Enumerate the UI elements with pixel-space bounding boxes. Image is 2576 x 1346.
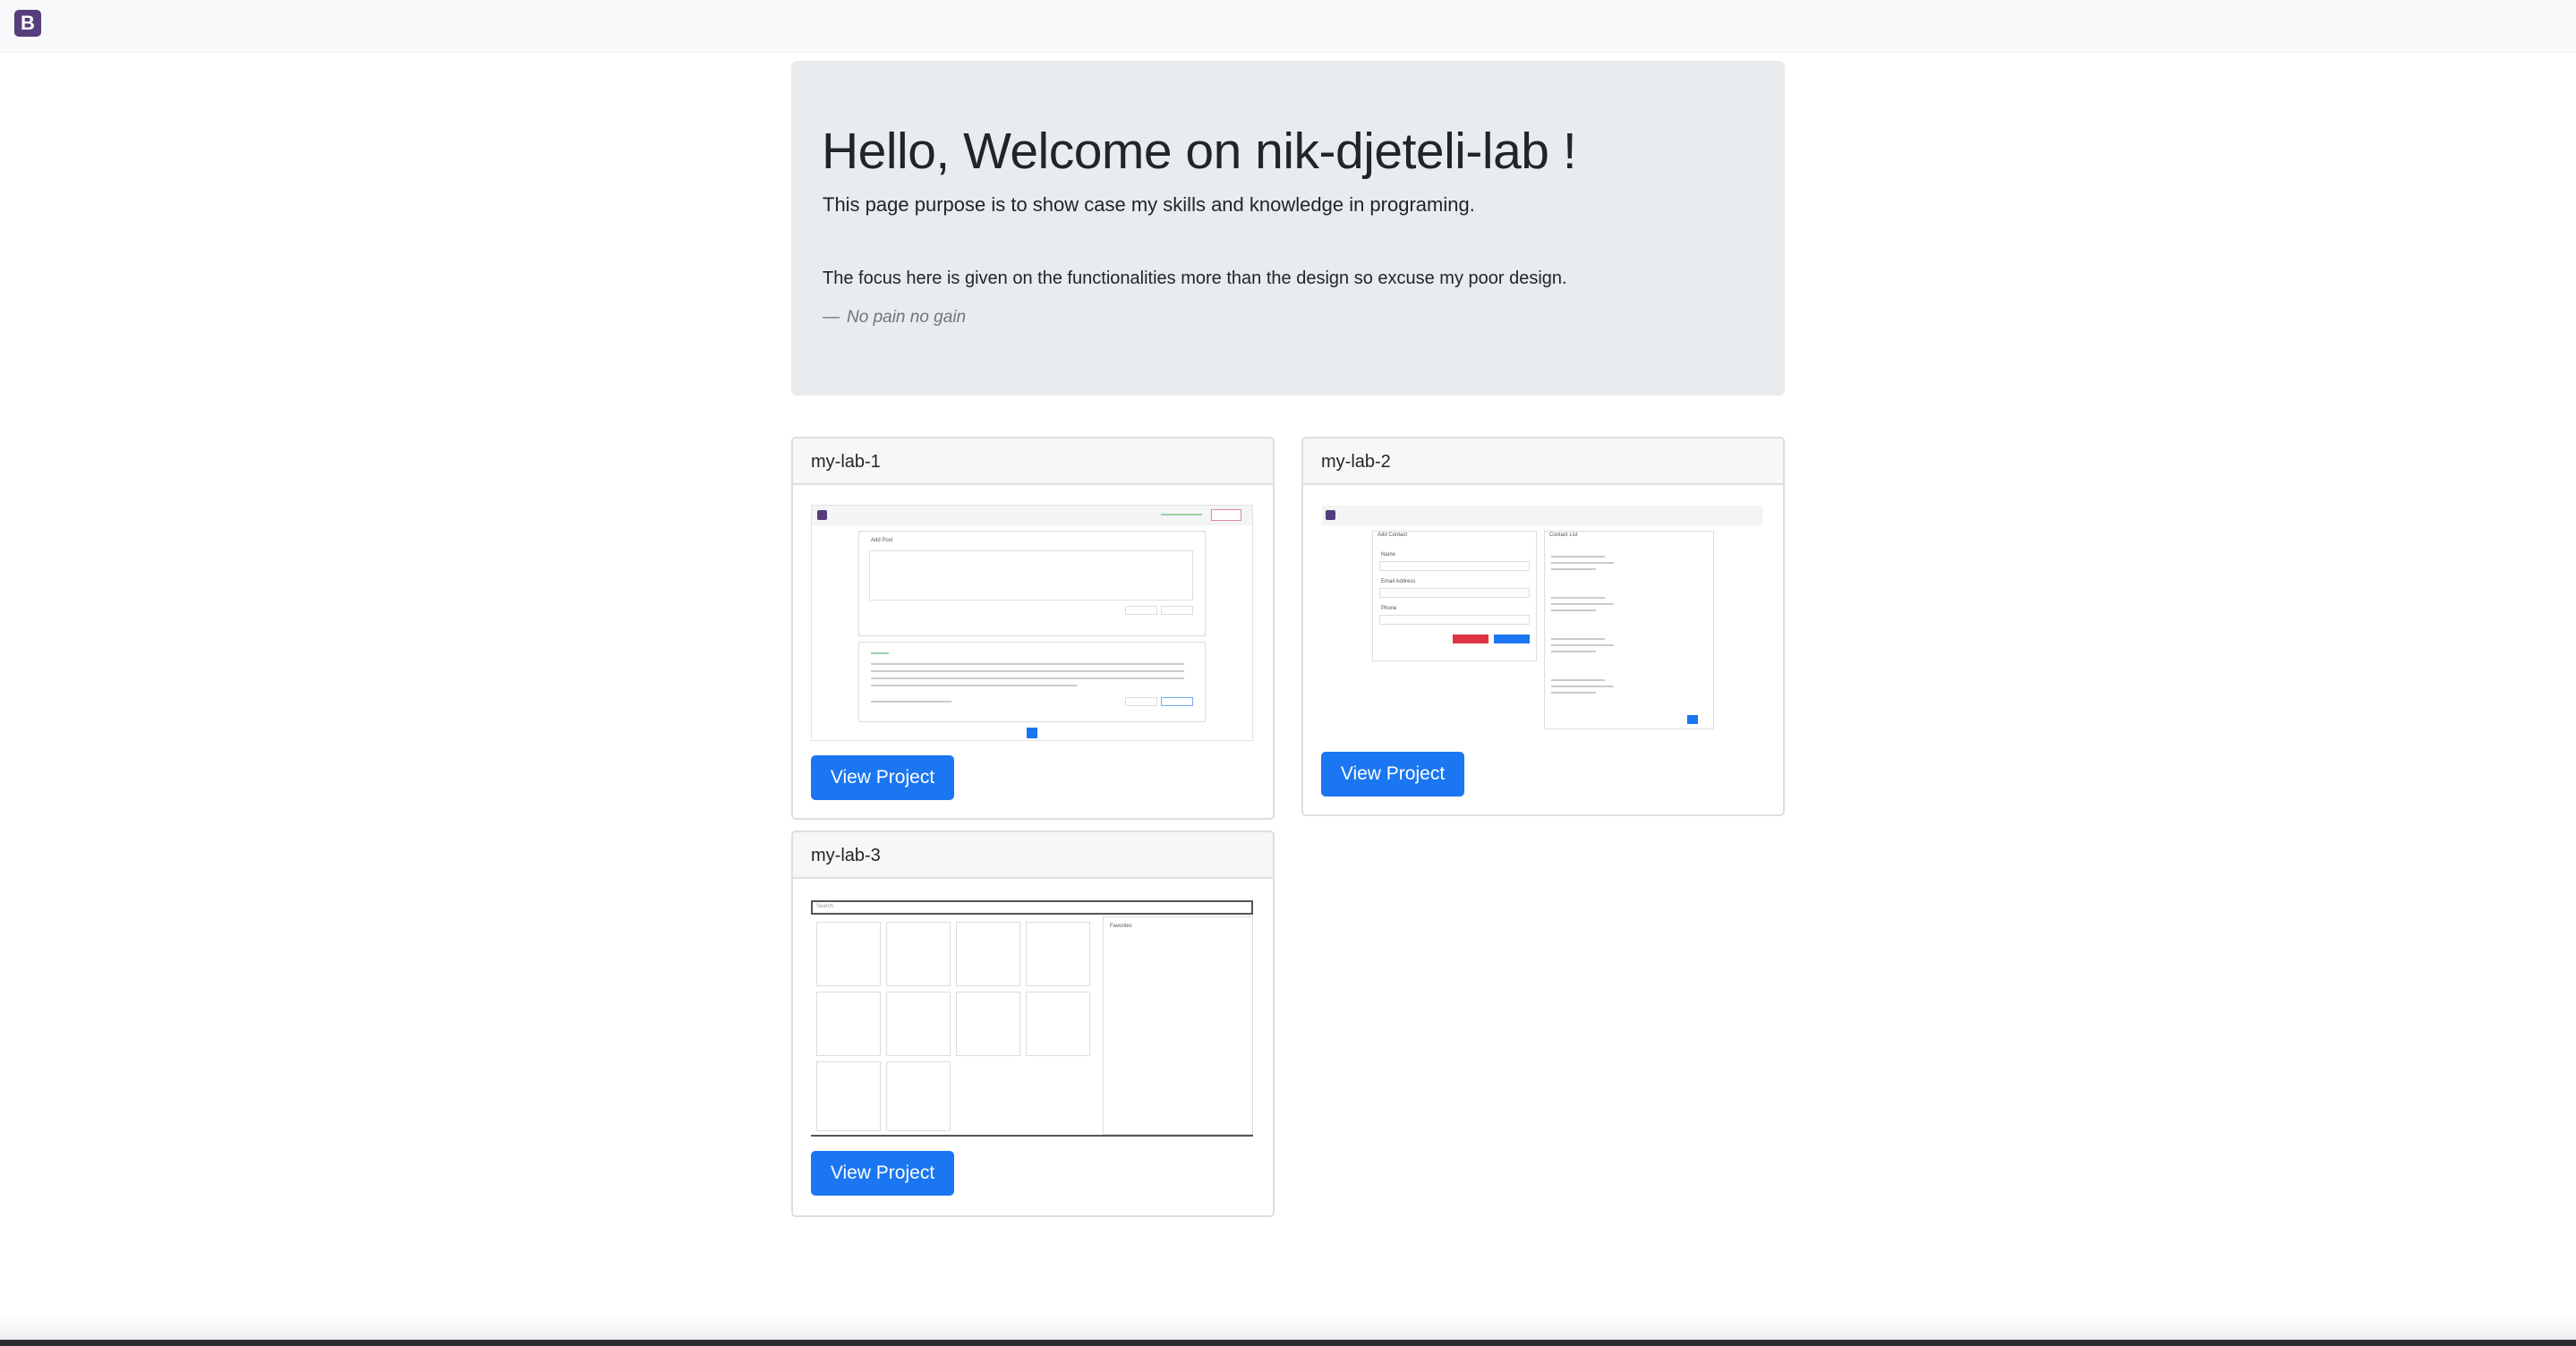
project-card-my-lab-3: my-lab-3 Search Favorites View Project (791, 831, 1275, 1217)
blockquote-footer: — No pain no gain (823, 308, 966, 328)
project-screenshot-thumbnail[interactable]: Search Favorites (811, 900, 1253, 1137)
mini-logo-icon (817, 510, 827, 520)
project-card-my-lab-2: my-lab-2 Add Contact Name Email Address … (1301, 437, 1785, 816)
bootstrap-logo-icon[interactable]: B (14, 10, 41, 37)
contact-list-label: Contact List (1549, 532, 1578, 538)
phone-label: Phone (1381, 606, 1397, 611)
footer-cite: No pain no gain (847, 308, 967, 327)
add-contact-label: Add Contact (1378, 532, 1408, 538)
project-card-my-lab-1: my-lab-1 Add Post View Project (791, 437, 1275, 820)
lead-text: This page purpose is to show case my ski… (823, 193, 1475, 216)
blockquote-text: The focus here is given on the functiona… (823, 268, 1567, 288)
view-project-button[interactable]: View Project (1321, 752, 1464, 797)
window-bottom-edge (0, 1340, 2576, 1346)
add-post-label: Add Post (871, 538, 893, 543)
view-project-button[interactable]: View Project (811, 755, 954, 800)
welcome-jumbotron: Hello, Welcome on nik-djeteli-lab ! This… (791, 61, 1785, 396)
mini-logo-icon (1326, 510, 1335, 520)
project-screenshot-thumbnail[interactable]: Add Post (811, 505, 1253, 741)
email-label: Email Address (1381, 579, 1416, 584)
card-header: my-lab-3 (793, 832, 1273, 879)
card-header: my-lab-2 (1303, 439, 1783, 485)
page-title: Hello, Welcome on nik-djeteli-lab ! (822, 123, 1577, 180)
favorites-label: Favorites (1110, 924, 1132, 929)
view-project-button[interactable]: View Project (811, 1151, 954, 1196)
card-header: my-lab-1 (793, 439, 1273, 485)
name-label: Name (1381, 552, 1396, 558)
search-placeholder: Search (816, 904, 834, 909)
project-screenshot-thumbnail[interactable]: Add Contact Name Email Address Phone Con… (1321, 505, 1763, 741)
footer-dash: — (823, 308, 840, 327)
top-navbar: B (0, 0, 2576, 53)
